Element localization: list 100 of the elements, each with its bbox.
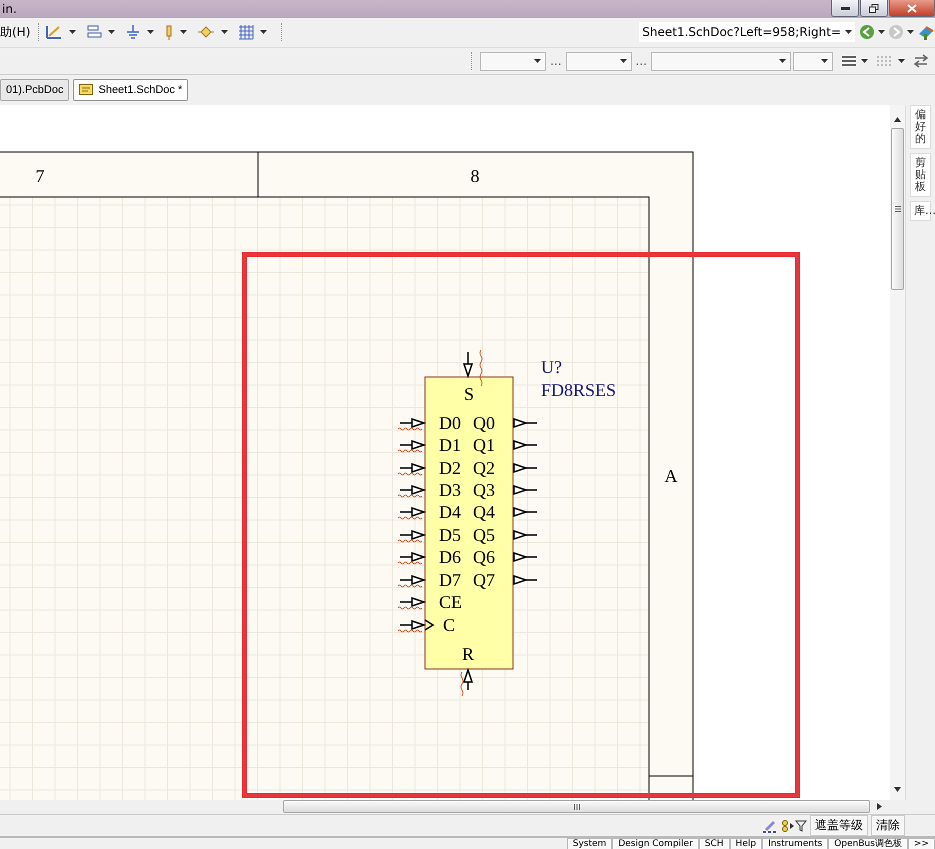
- component-name: FD8RSES: [541, 380, 616, 400]
- caret-icon[interactable]: [845, 30, 852, 34]
- caret-icon[interactable]: [878, 30, 885, 34]
- window-title: in.: [1, 2, 17, 16]
- caret-icon[interactable]: [779, 59, 786, 64]
- input-pin[interactable]: [398, 552, 426, 564]
- caret-icon[interactable]: [907, 30, 914, 34]
- filter-icon[interactable]: [781, 818, 807, 833]
- caret-icon[interactable]: [260, 30, 268, 34]
- input-pin[interactable]: [398, 506, 426, 519]
- zone-label: 8: [470, 166, 480, 186]
- caret-icon[interactable]: [534, 59, 542, 64]
- caret-icon[interactable]: [69, 30, 76, 34]
- scroll-up-icon[interactable]: [894, 116, 901, 122]
- pin-label: Q6: [473, 546, 495, 567]
- panel-tab[interactable]: SCH: [698, 838, 730, 849]
- input-pin[interactable]: [398, 574, 426, 587]
- port-icon[interactable]: [197, 25, 216, 40]
- zone-label: A: [664, 466, 678, 486]
- output-pin[interactable]: [513, 418, 537, 428]
- zone-label: 7: [36, 166, 44, 186]
- caret-icon[interactable]: [898, 59, 905, 64]
- caret-icon[interactable]: [180, 30, 188, 34]
- pin-label: Q7: [473, 570, 495, 590]
- pin-label: R: [462, 644, 474, 664]
- grip-icon: [574, 804, 580, 810]
- pin-label: Q4: [473, 502, 495, 522]
- panel-tab[interactable]: Design Compiler: [612, 838, 699, 849]
- component-body[interactable]: [424, 376, 514, 670]
- caret-icon[interactable]: [821, 59, 828, 64]
- reset-pin[interactable]: [460, 667, 474, 696]
- pin-label: D7: [439, 570, 461, 590]
- panel-tab[interactable]: 偏好的: [910, 104, 931, 149]
- status-button[interactable]: 清除: [871, 815, 905, 836]
- dropdown-field[interactable]: [566, 52, 632, 71]
- pin-label: CE: [439, 592, 462, 612]
- close-icon: [907, 4, 917, 12]
- pin-icon[interactable]: [164, 24, 174, 40]
- scroll-right-icon[interactable]: [877, 803, 882, 810]
- output-pin[interactable]: [513, 530, 537, 540]
- swap-icon[interactable]: [913, 54, 929, 68]
- input-pin[interactable]: [398, 618, 434, 632]
- scroll-thumb[interactable]: [283, 800, 870, 814]
- dropdown-field[interactable]: [651, 52, 791, 71]
- menu-item[interactable]: 助(H): [0, 24, 34, 41]
- grid-icon[interactable]: [238, 24, 254, 40]
- maximize-button[interactable]: [860, 0, 888, 17]
- input-pin[interactable]: [398, 596, 426, 609]
- output-pin[interactable]: [513, 552, 537, 562]
- pin-label: Q5: [473, 524, 495, 545]
- set-pin[interactable]: [462, 349, 482, 386]
- output-pin[interactable]: [513, 506, 537, 517]
- panel-tab[interactable]: >>: [908, 838, 935, 849]
- ellipsis-separator: ...: [549, 54, 563, 68]
- output-pin[interactable]: [513, 484, 537, 495]
- pin-label: C: [443, 614, 456, 635]
- ellipsis-separator: ...: [634, 54, 648, 68]
- minimize-button[interactable]: [831, 0, 859, 17]
- pin-label: D1: [439, 434, 461, 455]
- document-tab[interactable]: 01).PcbDoc: [0, 78, 70, 101]
- panel-tab[interactable]: OpenBus调色板: [828, 838, 908, 849]
- output-pin[interactable]: [513, 462, 537, 473]
- input-pin[interactable]: [398, 462, 426, 475]
- navigation-field[interactable]: Sheet1.SchDoc?Left=958;Right=: [639, 22, 855, 42]
- align-icon[interactable]: [86, 24, 102, 40]
- wire-tool-icon[interactable]: [45, 24, 64, 40]
- input-pin[interactable]: [398, 418, 426, 430]
- pin-label: D6: [439, 546, 461, 567]
- panel-tab[interactable]: System: [566, 838, 612, 849]
- pin-label: Q3: [473, 480, 495, 500]
- dropdown-field[interactable]: [480, 52, 546, 71]
- close-button[interactable]: [889, 0, 935, 17]
- pin-label: D4: [439, 502, 461, 522]
- panel-tab[interactable]: Help: [730, 838, 762, 849]
- minimize-icon: [840, 6, 850, 10]
- output-pin[interactable]: [513, 574, 537, 585]
- pin-label: D2: [439, 458, 461, 478]
- caret-icon[interactable]: [620, 59, 627, 64]
- status-button[interactable]: 遮盖等级: [810, 815, 868, 836]
- line-style-icon[interactable]: [841, 55, 857, 68]
- caret-icon[interactable]: [221, 30, 228, 34]
- restore-icon: [869, 4, 879, 12]
- document-tab[interactable]: Sheet1.SchDoc *: [73, 78, 188, 101]
- scroll-thumb[interactable]: [891, 128, 904, 290]
- caret-icon[interactable]: [108, 30, 116, 34]
- input-pin[interactable]: [398, 530, 426, 542]
- scroll-down-icon[interactable]: [894, 786, 901, 792]
- output-pin[interactable]: [513, 440, 537, 450]
- input-pin[interactable]: [398, 440, 426, 452]
- panel-tab[interactable]: 剪贴板: [910, 152, 931, 198]
- dropdown-field[interactable]: [793, 52, 833, 71]
- schematic-document-icon: [79, 84, 94, 96]
- input-pin[interactable]: [398, 484, 426, 497]
- ground-icon[interactable]: [125, 24, 142, 40]
- panel-tab[interactable]: Instruments: [762, 838, 828, 849]
- pin-label: D3: [439, 480, 461, 500]
- caret-icon[interactable]: [861, 59, 868, 64]
- grip-icon: [894, 206, 900, 212]
- pin-label: D0: [439, 412, 461, 433]
- caret-icon[interactable]: [147, 30, 154, 34]
